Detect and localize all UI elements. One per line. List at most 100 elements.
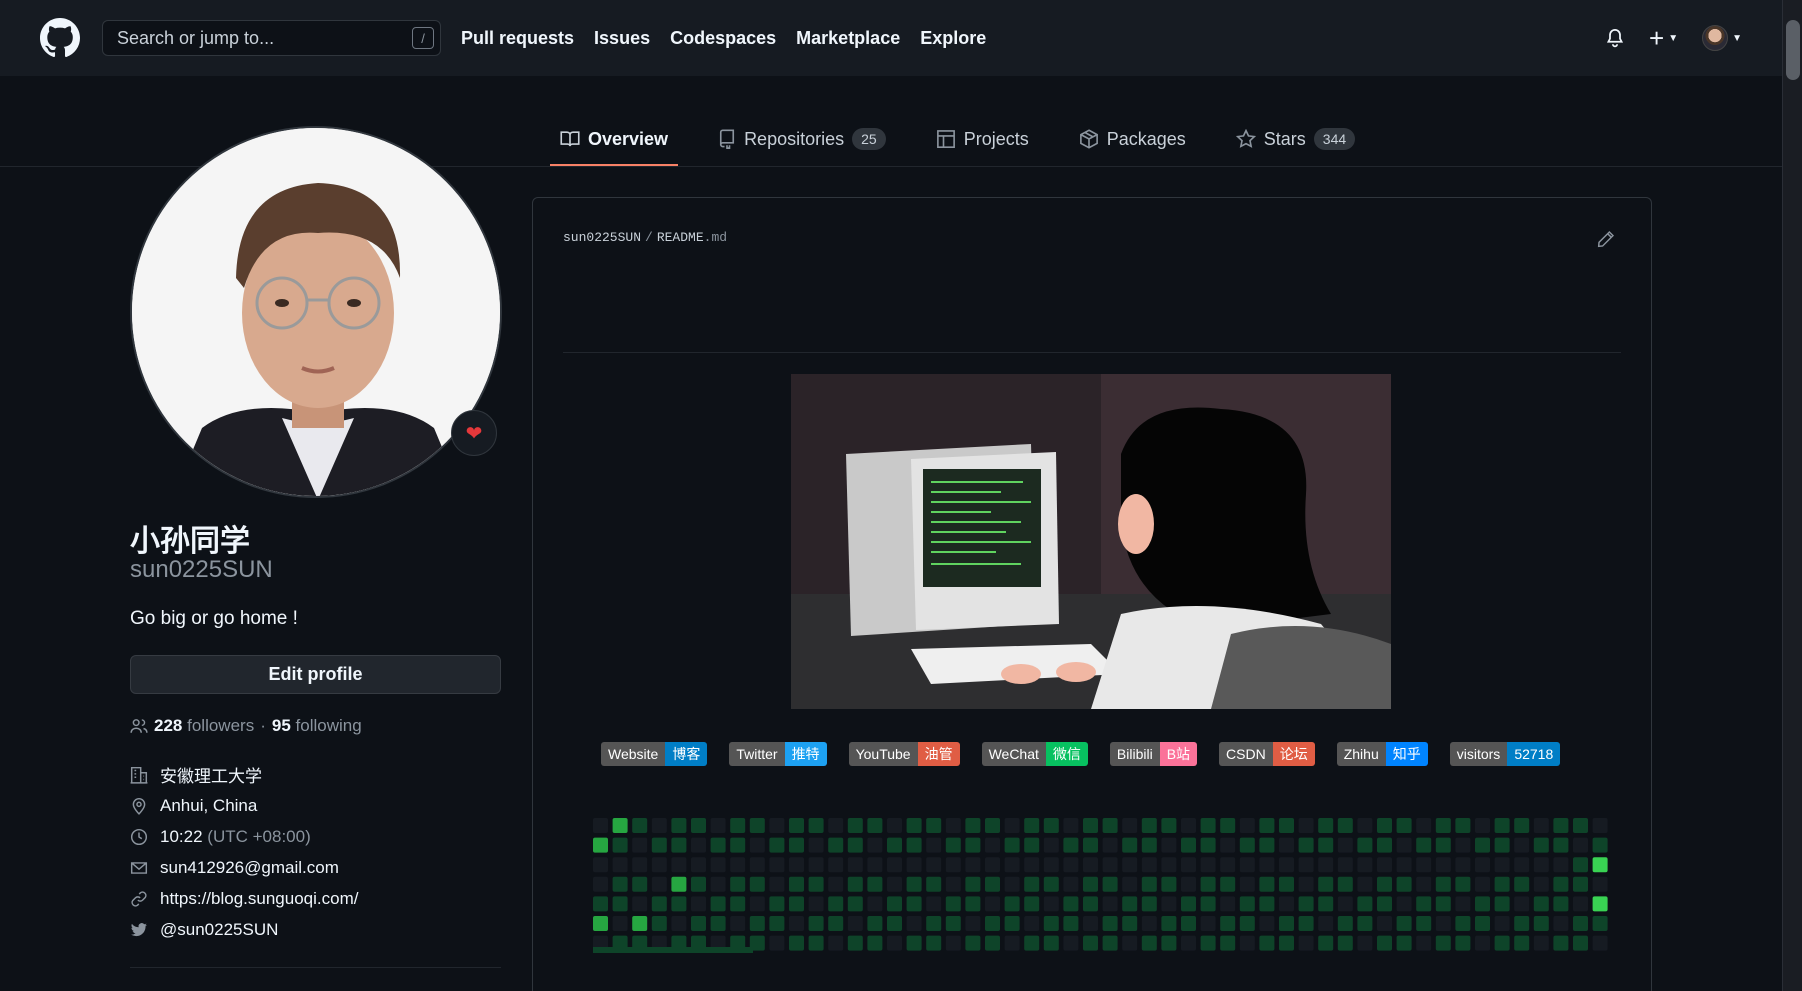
contribution-cell [808, 916, 824, 931]
contribution-cell [1396, 916, 1412, 931]
contribution-cell [926, 876, 942, 892]
contribution-cell [710, 818, 726, 833]
contribution-cell [1337, 857, 1353, 873]
contribution-cell [965, 935, 981, 951]
nav-issues[interactable]: Issues [594, 28, 650, 49]
contribution-cell [593, 818, 608, 833]
website-link[interactable]: https://blog.sunguoqi.com/ [160, 889, 358, 909]
badge-label: Zhihu [1336, 742, 1386, 766]
user-menu-dropdown[interactable]: ▼ [1702, 25, 1742, 51]
status-emoji-heart-icon[interactable]: ❤ [451, 410, 497, 456]
detail-email[interactable]: sun412926@gmail.com [130, 857, 358, 878]
github-logo-icon[interactable] [40, 18, 80, 58]
contribution-cell [1514, 876, 1530, 892]
contribution-cell [926, 837, 942, 853]
local-time-text: 10:22 [160, 826, 203, 846]
contribution-cell [1396, 818, 1412, 833]
tab-stars[interactable]: Stars 344 [1226, 112, 1365, 166]
search-input[interactable]: Search or jump to... / [102, 20, 441, 56]
contribution-cell [789, 857, 804, 873]
contribution-cell [1396, 837, 1412, 853]
contribution-cell [1455, 876, 1471, 892]
detail-website[interactable]: https://blog.sunguoqi.com/ [130, 888, 358, 909]
contribution-cell [1200, 876, 1216, 892]
nav-codespaces[interactable]: Codespaces [670, 28, 776, 49]
contribution-cell [1181, 896, 1196, 912]
notifications-bell-icon[interactable] [1605, 28, 1625, 48]
badge-csdn[interactable]: CSDN 论坛 [1219, 742, 1315, 766]
contribution-cell [1592, 896, 1608, 912]
following-link[interactable]: 95 following [272, 716, 362, 736]
create-new-dropdown[interactable]: + ▼ [1649, 25, 1678, 51]
contribution-cell [1083, 935, 1098, 951]
contribution-cell [730, 818, 746, 833]
contribution-cell [985, 837, 1000, 853]
detail-twitter[interactable]: @sun0225SUN [130, 919, 358, 940]
organization-icon [130, 766, 148, 784]
nav-pull-requests[interactable]: Pull requests [461, 28, 574, 49]
badge-bilibili[interactable]: Bilibili B站 [1109, 742, 1198, 766]
contribution-cell [1298, 935, 1314, 951]
contribution-cell [593, 896, 608, 912]
badge-twitter[interactable]: Twitter 推特 [729, 742, 827, 766]
readme-owner-link[interactable]: sun0225SUN [563, 230, 641, 245]
tab-projects[interactable]: Projects [926, 112, 1039, 166]
contribution-cell [730, 876, 746, 892]
badge-value: 博客 [665, 742, 708, 766]
contribution-cell [671, 818, 687, 833]
contribution-cell [671, 916, 687, 931]
readme-breadcrumb: sun0225SUN / README.md [563, 230, 727, 245]
contribution-cell [1573, 857, 1588, 873]
badge-website[interactable]: Website 博客 [601, 742, 708, 766]
contribution-cell [730, 837, 746, 853]
contribution-cell [1573, 916, 1588, 931]
vertical-scrollbar[interactable] [1782, 0, 1802, 991]
contribution-cell [1181, 837, 1196, 853]
contribution-cell [1063, 857, 1079, 873]
contribution-cell [1063, 818, 1079, 833]
contribution-cell [847, 837, 863, 853]
badge-youtube[interactable]: YouTube 油管 [848, 742, 960, 766]
contribution-cell [749, 837, 765, 853]
contribution-cell [828, 818, 844, 833]
contribution-cell [1298, 837, 1314, 853]
contribution-cell [1220, 818, 1236, 833]
contribution-cell [867, 896, 883, 912]
contribution-cell [1494, 837, 1510, 853]
contribution-cell [1592, 837, 1608, 853]
contribution-cell [710, 896, 726, 912]
badge-wechat[interactable]: WeChat 微信 [981, 742, 1088, 766]
contribution-cell [1279, 916, 1294, 931]
contribution-cell [1435, 896, 1451, 912]
readme-filename[interactable]: README [657, 230, 704, 245]
following-label: following [295, 716, 362, 735]
tab-packages[interactable]: Packages [1069, 112, 1196, 166]
contribution-cell [1396, 857, 1412, 873]
badge-value: 油管 [917, 742, 960, 766]
contribution-cell [906, 876, 922, 892]
badge-visitors[interactable]: visitors 52718 [1449, 742, 1561, 766]
twitter-link[interactable]: @sun0225SUN [160, 920, 278, 940]
followers-link[interactable]: 228 followers [154, 716, 254, 736]
tab-repositories[interactable]: Repositories 25 [708, 112, 896, 166]
edit-profile-button[interactable]: Edit profile [130, 655, 501, 694]
badge-value: 52718 [1507, 742, 1561, 766]
contribution-cell [632, 876, 648, 892]
nav-marketplace[interactable]: Marketplace [796, 28, 900, 49]
nav-explore[interactable]: Explore [920, 28, 986, 49]
profile-avatar[interactable] [130, 126, 502, 498]
contribution-cell [945, 837, 961, 853]
edit-readme-pencil-icon[interactable] [1597, 230, 1615, 253]
contribution-cell [1122, 857, 1138, 873]
contribution-cell [1181, 857, 1196, 873]
contribution-cell [1122, 896, 1138, 912]
tab-overview[interactable]: Overview [550, 112, 679, 166]
badge-zhihu[interactable]: Zhihu 知乎 [1336, 742, 1428, 766]
contribution-cell [730, 916, 746, 931]
contribution-cell [1494, 896, 1510, 912]
tab-label: Overview [588, 128, 669, 149]
mail-icon [130, 861, 148, 874]
contribution-cell [710, 857, 726, 873]
scrollbar-thumb[interactable] [1786, 20, 1800, 80]
email-link[interactable]: sun412926@gmail.com [160, 858, 339, 878]
